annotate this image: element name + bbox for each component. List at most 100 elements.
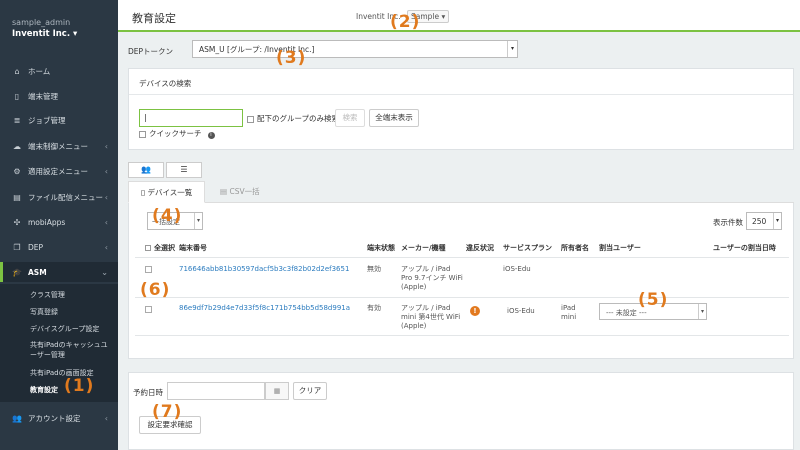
display-count-value: 250 xyxy=(752,217,767,226)
select-all-checkbox[interactable] xyxy=(145,245,151,251)
chevron-down-icon: ▾ xyxy=(73,29,78,39)
subgroup-only-checkbox[interactable] xyxy=(247,115,254,123)
org-dropdown[interactable]: Inventit Inc. ▾ xyxy=(12,29,106,39)
schedule-datetime-input[interactable] xyxy=(167,382,265,400)
device-serial-link[interactable]: 86e9df7b29d4e7d33f5f8c171b754bb5d58d991a xyxy=(179,304,350,313)
display-count-select[interactable]: 250 ▾ xyxy=(746,212,782,230)
sidebar-item-mobiapps[interactable]: ✣ mobiApps ‹ xyxy=(0,212,118,232)
quick-search-label: クイックサーチ xyxy=(149,129,202,138)
sidebar-item-device-control[interactable]: ☁ 端末制御メニュー ‹ xyxy=(0,136,118,156)
subgroup-only-option[interactable]: 配下のグループのみ検索 xyxy=(247,113,339,124)
quick-search-option[interactable]: クイックサーチ i xyxy=(139,128,215,139)
chevron-left-icon: ‹ xyxy=(104,141,108,151)
chevron-left-icon: ‹ xyxy=(104,166,108,176)
device-status: 有効 xyxy=(367,304,381,312)
device-serial-link[interactable]: 716646abb81b30597dacf5b3c3f82b02d2ef3651 xyxy=(179,265,349,274)
sidebar-item-dep[interactable]: ❐ DEP ‹ xyxy=(0,237,118,257)
cloud-icon: ☁ xyxy=(13,141,21,151)
column-header[interactable]: サービスプラン xyxy=(503,243,552,253)
submenu-photo-registration[interactable]: 写真登録 xyxy=(30,307,110,317)
tab-csv[interactable]: ▤ CSV一括 xyxy=(208,181,272,203)
file-icon: ▤ xyxy=(13,192,21,202)
show-all-button[interactable]: 全端末表示 xyxy=(369,109,419,127)
device-status: 無効 xyxy=(367,265,381,273)
org-name: Inventit Inc. xyxy=(12,29,71,39)
quick-search-checkbox[interactable] xyxy=(139,130,146,138)
sidebar-item-job-management[interactable]: ≣ ジョブ管理 xyxy=(0,110,118,130)
chevron-down-icon: ⌄ xyxy=(101,267,108,277)
row-checkbox[interactable] xyxy=(145,266,152,273)
sidebar-item-asm[interactable]: 🎓 ASM ⌄ xyxy=(0,262,118,282)
info-icon[interactable]: i xyxy=(207,132,215,139)
annotation-1: (1) xyxy=(64,376,95,396)
warning-icon[interactable]: ! xyxy=(470,306,480,316)
owner-name: iPad mini xyxy=(561,304,577,321)
annotation-7: (7) xyxy=(152,402,183,422)
row-checkbox[interactable] xyxy=(145,306,152,313)
search-button[interactable]: 検索 xyxy=(335,109,365,127)
tablet-icon: ▯ xyxy=(14,91,20,101)
device-model: アップル / iPad mini 第4世代 WiFi (Apple) xyxy=(401,304,461,330)
group-view-toggle[interactable]: 👥 xyxy=(128,162,164,178)
sidebar-item-label: mobiApps xyxy=(28,217,66,227)
column-header[interactable]: 端末番号 xyxy=(179,243,207,253)
annotation-2: (2) xyxy=(390,12,421,32)
chevron-down-icon: ▾ xyxy=(773,213,781,229)
sidebar-item-apply-settings[interactable]: ⚙ 適用設定メニュー ‹ xyxy=(0,161,118,181)
sidebar-item-home[interactable]: ⌂ ホーム xyxy=(0,61,118,81)
submenu-shared-ipad-cache[interactable]: 共有iPadのキャッシュユーザー管理 xyxy=(30,340,110,360)
copy-icon: ❐ xyxy=(13,242,21,252)
column-header[interactable]: ユーザーの割当日時 xyxy=(713,243,776,253)
sidebar-item-label: ホーム xyxy=(28,66,51,76)
column-header[interactable]: 違反状況 xyxy=(466,243,494,253)
column-header: 全選択 xyxy=(154,244,175,252)
apps-icon: ✣ xyxy=(13,217,21,227)
row-divider xyxy=(135,257,789,258)
sidebar-item-account-settings[interactable]: 👥 アカウント設定 ‹ xyxy=(0,408,118,428)
annotation-4: (4) xyxy=(152,206,183,226)
tab-device-list[interactable]: ▯ デバイス一覧 xyxy=(128,181,206,203)
sidebar-item-device-management[interactable]: ▯ 端末管理 xyxy=(0,86,118,106)
device-search-panel: デバイスの検索 | 配下のグループのみ検索 検索 全端末表示 クイックサーチ i xyxy=(128,68,794,150)
column-header[interactable]: 所有者名 xyxy=(561,243,589,253)
users-icon: 👥 xyxy=(12,413,22,423)
assigned-user-value: --- 未設定 --- xyxy=(606,309,647,317)
list-view-toggle[interactable]: ☰ xyxy=(166,162,202,178)
sidebar: sample_admin Inventit Inc. ▾ ⌂ ホーム ▯ 端末管理 … xyxy=(0,0,118,450)
sidebar-item-label: 適用設定メニュー xyxy=(28,166,88,176)
dep-token-label: DEPトークン xyxy=(128,47,174,56)
search-input[interactable]: | xyxy=(139,109,243,127)
chevron-left-icon: ‹ xyxy=(104,217,108,227)
select-all-header[interactable]: 全選択 xyxy=(145,243,175,253)
sidebar-item-file-delivery[interactable]: ▤ ファイル配信メニュー ‹ xyxy=(0,187,118,207)
schedule-label: 予約日時 xyxy=(133,388,163,397)
chevron-left-icon: ‹ xyxy=(104,242,108,252)
graduation-cap-icon: 🎓 xyxy=(12,267,22,277)
gear-icon: ⚙ xyxy=(13,166,21,176)
column-header[interactable]: メーカー/機種 xyxy=(401,243,446,253)
subgroup-only-label: 配下のグループのみ検索 xyxy=(257,114,340,123)
user-name: sample_admin xyxy=(12,18,71,27)
column-header[interactable]: 端末状態 xyxy=(367,243,395,253)
sidebar-item-label: ジョブ管理 xyxy=(28,115,66,125)
chevron-left-icon: ‹ xyxy=(104,413,108,423)
dep-token-select[interactable]: ASM_U [グループ: /Inventit Inc.] ▾ xyxy=(192,40,518,58)
calendar-icon[interactable]: ▦ xyxy=(265,382,289,400)
tab-label: デバイス一覧 xyxy=(147,188,193,197)
row-divider xyxy=(135,335,789,336)
search-input-value: | xyxy=(144,113,147,122)
chevron-down-icon: ▾ xyxy=(194,213,202,229)
sidebar-item-label: ファイル配信メニュー xyxy=(28,192,103,202)
device-model: アップル / iPad Pro 9.7インチ WiFi (Apple) xyxy=(401,265,463,291)
submenu-class-management[interactable]: クラス管理 xyxy=(30,290,110,300)
column-header[interactable]: 割当ユーザー xyxy=(599,243,641,253)
list-icon: ≣ xyxy=(13,115,21,125)
annotation-5: (5) xyxy=(638,290,669,310)
clear-button[interactable]: クリア xyxy=(293,382,327,400)
tabs-bar: ▯ デバイス一覧 ▤ CSV一括 xyxy=(128,181,794,203)
device-list-panel: 一括設定 ▾ 表示件数 250 ▾ 全選択 端末番号 端末状態 メーカー/機種 違反… xyxy=(128,203,794,359)
submenu-device-group-settings[interactable]: デバイスグループ設定 xyxy=(30,324,110,334)
chevron-down-icon: ▾ xyxy=(698,304,706,319)
device-search-heading: デバイスの検索 xyxy=(129,69,793,95)
sidebar-item-label: アカウント設定 xyxy=(28,413,81,423)
